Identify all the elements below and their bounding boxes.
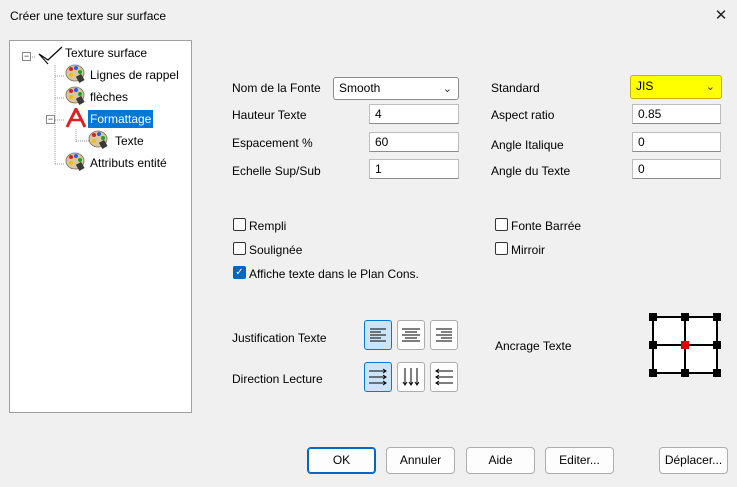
text-angle-label: Angle du Texte	[491, 164, 571, 178]
align-center-icon	[402, 328, 420, 342]
text-format-icon	[65, 108, 87, 128]
tree-item-fleches[interactable]: flèches	[88, 88, 130, 106]
anchor-middle-left[interactable]	[649, 341, 657, 349]
anchor-top-right[interactable]	[713, 313, 721, 321]
collapse-root-toggle[interactable]: −	[22, 52, 31, 61]
direction-horizontal-button[interactable]	[364, 362, 392, 392]
anchor-bottom-center[interactable]	[681, 369, 689, 377]
show-text-in-plane-label: Affiche texte dans le Plan Cons.	[249, 267, 419, 281]
standard-label: Standard	[491, 81, 540, 95]
text-height-label: Hauteur Texte	[232, 108, 307, 122]
align-center-button[interactable]	[397, 320, 425, 350]
vertical-arrows-icon	[402, 368, 420, 386]
mirror-label: Mirroir	[511, 243, 545, 257]
anchor-bottom-right[interactable]	[713, 369, 721, 377]
align-left-icon	[370, 328, 386, 342]
align-left-button[interactable]	[364, 320, 392, 350]
text-anchor-label: Ancrage Texte	[495, 339, 572, 353]
anchor-top-center[interactable]	[681, 313, 689, 321]
underline-label: Soulignée	[249, 243, 303, 257]
aspect-ratio-field[interactable]: 0.85	[632, 104, 721, 124]
standard-value: JIS	[636, 79, 654, 93]
strikethrough-label: Fonte Barrée	[511, 219, 582, 233]
palette-icon	[65, 64, 85, 83]
underline-checkbox[interactable]	[233, 242, 246, 255]
collapse-formattage-toggle[interactable]: −	[46, 115, 55, 124]
anchor-bottom-left[interactable]	[649, 369, 657, 377]
anchor-top-left[interactable]	[649, 313, 657, 321]
window-title: Créer une texture sur surface	[10, 9, 167, 23]
text-angle-field[interactable]: 0	[632, 159, 721, 179]
anchor-middle-center[interactable]	[681, 341, 689, 349]
font-name-label: Nom de la Fonte	[232, 81, 321, 95]
chevron-down-icon: ⌄	[705, 81, 715, 93]
standard-dropdown[interactable]: JIS ⌄	[630, 75, 722, 99]
palette-icon	[88, 130, 108, 149]
ok-button[interactable]: OK	[307, 447, 376, 474]
direction-vertical-button[interactable]	[397, 362, 425, 392]
reverse-arrows-icon	[435, 368, 453, 386]
text-height-field[interactable]: 4	[369, 104, 459, 124]
tree-item-texture-surface[interactable]: Texture surface	[63, 44, 149, 62]
reading-direction-label: Direction Lecture	[232, 372, 323, 386]
font-name-value: Smooth	[339, 81, 381, 95]
italic-angle-field[interactable]: 0	[632, 132, 721, 152]
filled-label: Rempli	[249, 219, 287, 233]
spacing-field[interactable]: 60	[369, 132, 459, 152]
chevron-down-icon: ⌄	[442, 83, 452, 95]
edit-button[interactable]: Editer...	[545, 447, 614, 474]
sup-sub-scale-label: Echelle Sup/Sub	[232, 164, 321, 178]
strikethrough-checkbox[interactable]	[495, 218, 508, 231]
tree-item-attributs-entite[interactable]: Attributs entité	[88, 154, 169, 172]
justification-label: Justification Texte	[232, 331, 327, 345]
text-anchor-grid[interactable]	[648, 312, 722, 378]
move-button[interactable]: Déplacer...	[659, 447, 728, 474]
cancel-button[interactable]: Annuler	[386, 447, 455, 474]
tree-item-texte[interactable]: Texte	[113, 132, 146, 150]
tree-item-formattage[interactable]: Formattage	[88, 110, 154, 128]
align-right-button[interactable]	[430, 320, 458, 350]
filled-checkbox[interactable]	[233, 218, 246, 231]
sup-sub-scale-field[interactable]: 1	[369, 159, 459, 179]
mirror-checkbox[interactable]	[495, 242, 508, 255]
font-name-dropdown[interactable]: Smooth ⌄	[333, 77, 459, 100]
tree-item-lignes-de-rappel[interactable]: Lignes de rappel	[88, 66, 181, 84]
anchor-middle-right[interactable]	[713, 341, 721, 349]
close-button[interactable]: ✕	[708, 4, 734, 28]
aspect-ratio-label: Aspect ratio	[491, 108, 555, 122]
italic-angle-label: Angle Italique	[491, 138, 564, 152]
horizontal-arrows-icon	[369, 368, 387, 386]
tree-panel[interactable]: − Texture surface Lignes de rappel flèch…	[9, 40, 192, 413]
surface-texture-icon	[38, 46, 63, 65]
show-text-in-plane-checkbox[interactable]: ✓	[233, 266, 246, 279]
palette-icon	[65, 86, 85, 105]
align-right-icon	[436, 328, 452, 342]
direction-reverse-button[interactable]	[430, 362, 458, 392]
palette-icon	[65, 152, 85, 171]
spacing-label: Espacement %	[232, 136, 313, 150]
help-button[interactable]: Aide	[466, 447, 535, 474]
